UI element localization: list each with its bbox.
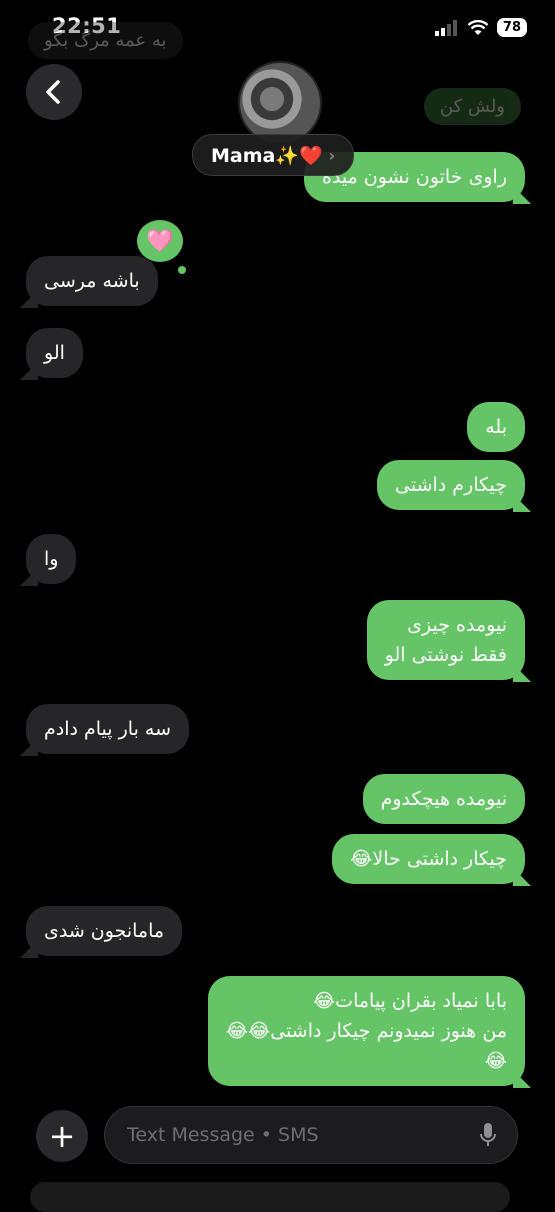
wifi-icon	[467, 19, 489, 35]
signal-icon	[434, 19, 457, 36]
tapback-heart[interactable]: 🩷	[137, 220, 183, 262]
message-bubble-outgoing[interactable]: نیومده هیچکدوم	[362, 774, 525, 824]
tapback-tail-dot	[178, 266, 186, 274]
message-bubble-outgoing[interactable]: چیکار داشتی حالا😂	[332, 834, 525, 884]
status-icons: 78	[434, 18, 527, 37]
message-bubble-incoming[interactable]: باشه مرسی	[26, 256, 158, 306]
back-button[interactable]	[26, 64, 82, 120]
plus-icon: +	[48, 1117, 76, 1155]
ghost-message-top-right: ولش کن	[423, 88, 521, 125]
ghost-message-top-left: به عمه مرگ بگو	[28, 22, 183, 59]
message-bubble-outgoing[interactable]: نیومده چیزی فقط نوشتی الو	[366, 600, 525, 680]
battery-icon: 78	[496, 18, 527, 37]
message-bubble-outgoing[interactable]: بابا نمیاد بقران پیامات😂 من هنوز نمیدونم…	[207, 976, 525, 1086]
message-bubble-incoming[interactable]: سه بار پیام دادم	[26, 704, 190, 754]
message-bubble-incoming[interactable]: مامانجون شدی	[26, 906, 183, 956]
pink-heart-icon: 🩷	[146, 228, 174, 254]
message-composer	[104, 1106, 518, 1164]
chevron-right-icon: ›	[328, 145, 336, 165]
chevron-left-icon	[46, 80, 60, 104]
message-bubble-incoming[interactable]: الو	[26, 328, 83, 378]
add-attachment-button[interactable]: +	[36, 1110, 88, 1162]
contact-name: Mama✨❤️	[211, 144, 323, 167]
message-bubble-outgoing[interactable]: بله	[467, 402, 525, 452]
message-bubble-outgoing[interactable]: چیکارم داشتی	[377, 460, 525, 510]
mic-icon[interactable]	[479, 1122, 497, 1148]
contact-name-pill[interactable]: Mama✨❤️ ›	[192, 134, 355, 176]
message-input[interactable]	[125, 1123, 479, 1147]
contact-avatar[interactable]	[238, 61, 322, 145]
keyboard-edge	[30, 1182, 510, 1212]
message-bubble-incoming[interactable]: وا	[26, 534, 77, 584]
